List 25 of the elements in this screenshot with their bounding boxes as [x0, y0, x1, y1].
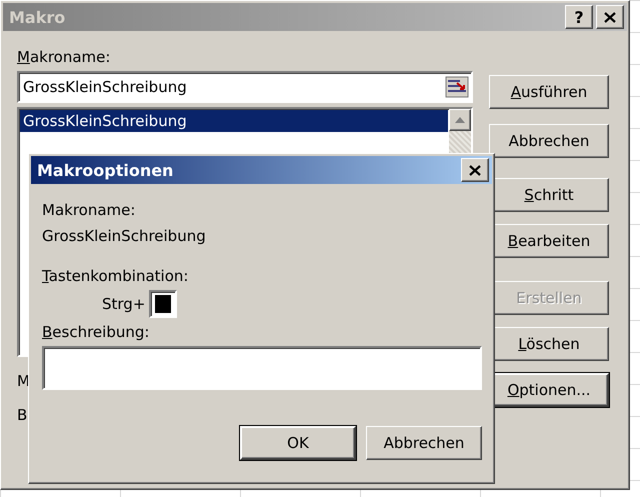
dialog-button[interactable]: OK	[240, 426, 356, 460]
field-label: B	[17, 405, 28, 425]
scroll-up-button[interactable]	[449, 109, 471, 131]
macro-name-field[interactable]: GrossKleinSchreibung	[17, 71, 473, 103]
macro-name-label: Makroname:	[42, 200, 136, 220]
shortcut-prefix: Strg+	[102, 294, 146, 314]
window-title: Makro	[9, 8, 66, 26]
dialog-button[interactable]: Ausführen	[489, 75, 609, 109]
macro-name: GrossKleinSchreibung	[42, 226, 207, 246]
shortcut-field[interactable]	[149, 290, 178, 318]
description-field[interactable]	[42, 346, 482, 390]
dialog-button[interactable]: Abbrechen	[489, 124, 609, 158]
description-label: Beschreibung:	[42, 322, 150, 342]
help-button[interactable]: ?	[565, 5, 593, 29]
close-icon	[469, 164, 481, 176]
range-select-icon[interactable]	[445, 76, 469, 98]
macro-name-label: Makroname:	[17, 47, 112, 67]
window-title: Makrooptionen	[37, 160, 174, 180]
dialog-button[interactable]: Abbrechen	[366, 426, 482, 460]
close-icon	[604, 12, 616, 22]
shortcut-label: Tastenkombination:	[42, 266, 190, 286]
macro-list-item[interactable]: GrossKleinSchreibung	[20, 110, 448, 132]
up-arrow-icon	[455, 117, 465, 123]
close-button[interactable]	[461, 158, 489, 182]
close-button[interactable]	[596, 5, 624, 29]
